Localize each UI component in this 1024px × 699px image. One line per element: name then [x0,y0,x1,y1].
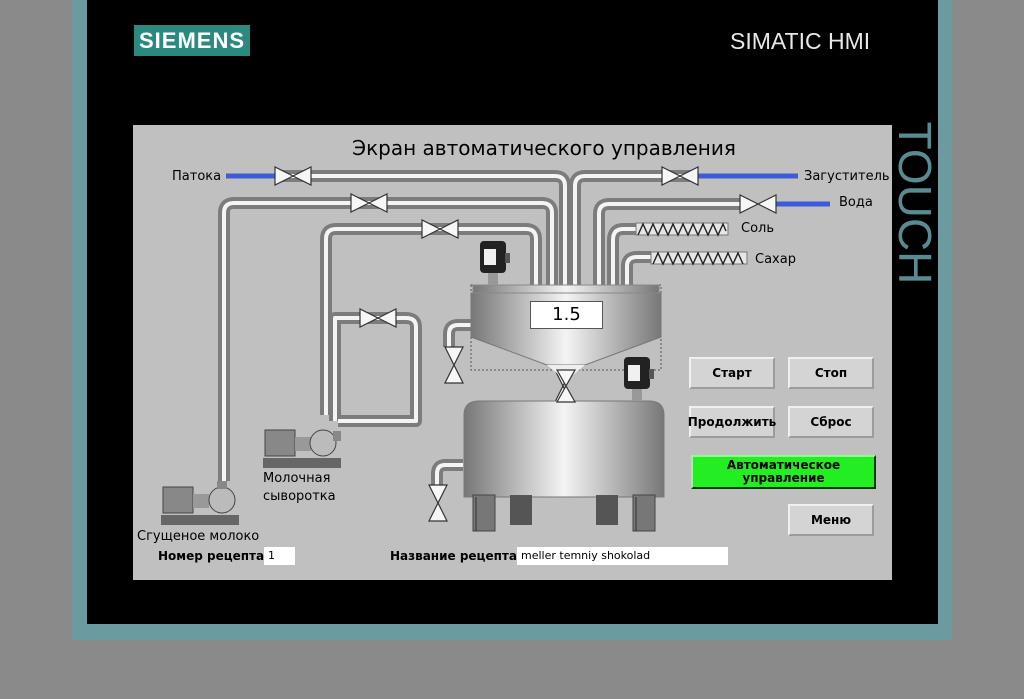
start-button[interactable]: Старт [689,357,775,389]
recipe-number-label: Номер рецепта [158,549,265,563]
label-voda: Вода [839,195,873,210]
storage-tank [463,400,665,532]
pump-whey [263,429,341,468]
label-whey-line1: Молочная [263,471,331,486]
label-whey-line2: сыворотка [263,489,336,504]
label-patoka: Патока [172,169,222,184]
label-condensed-milk: Сгущеное молоко [137,529,260,544]
recipe-name-field[interactable]: meller temniy shokolad [517,547,728,565]
stop-button[interactable]: Стоп [788,357,874,389]
screw-conveyor-sugar [650,251,748,266]
process-diagram [161,166,830,532]
hmi-screen: Экран автоматического управления Патока … [133,125,892,580]
siemens-logo: SIEMENS [134,25,250,56]
mixer-motor-lower [624,357,654,401]
auto-control-line2: управление [742,471,825,485]
pump-condensed-milk [161,481,239,525]
label-zagustitel: Загуститель [804,169,890,184]
mixer-motor-upper [480,241,510,285]
reset-button[interactable]: Сброс [788,406,874,438]
auto-control-button[interactable]: Автоматическое управление [691,455,876,489]
label-sahar: Сахар [755,252,796,267]
product-name: SIMATIC HMI [730,28,871,54]
touch-label: TOUCH [889,121,941,285]
tank-level-readout: 1.5 [530,301,603,329]
continue-button[interactable]: Продолжить [688,406,776,438]
recipe-number-field[interactable]: 1 [264,547,295,565]
screen-title: Экран автоматического управления [352,136,736,160]
label-sol: Соль [741,221,775,236]
menu-button[interactable]: Меню [788,504,874,536]
screw-conveyor-salt [635,222,729,237]
recipe-name-label: Название рецепта [390,549,517,563]
tank-transfer-valve [555,369,577,403]
